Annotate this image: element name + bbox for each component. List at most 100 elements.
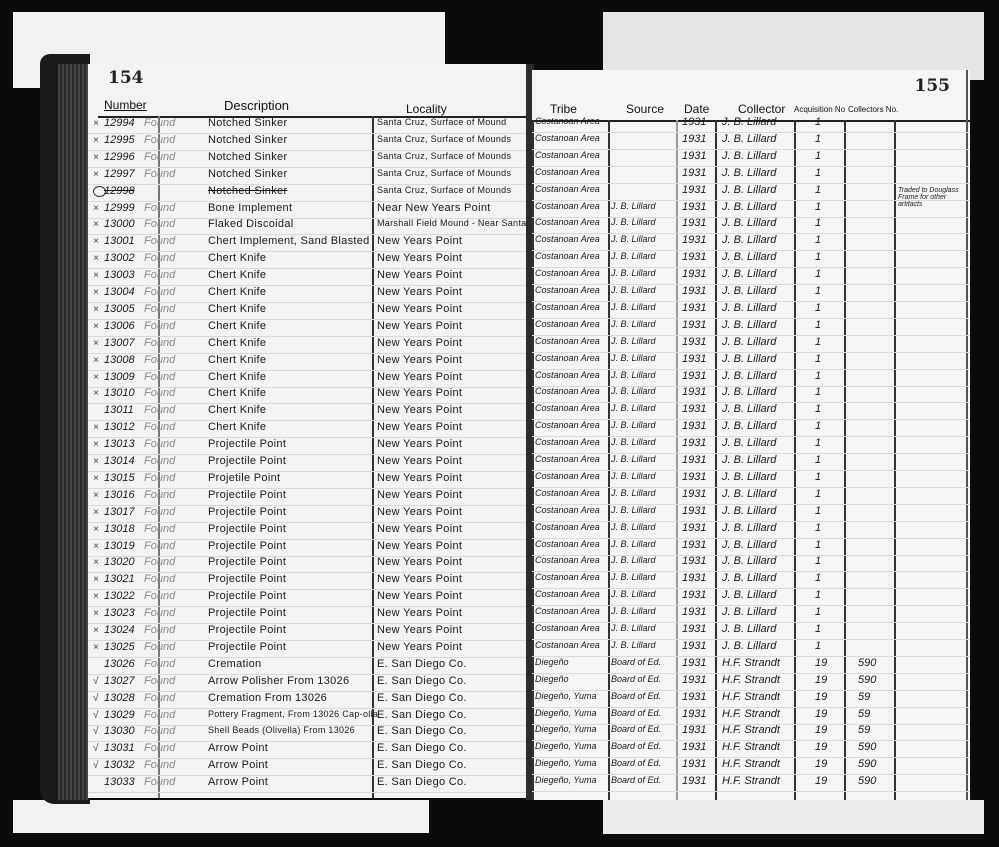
catalog-mark-icon: √ xyxy=(93,709,99,721)
item-collectors-no: 590 xyxy=(858,775,877,788)
item-locality: New Years Point xyxy=(377,471,463,484)
item-collector: J. B. Lillard xyxy=(722,589,777,602)
item-date: 1931 xyxy=(682,504,707,517)
item-acquisition-no: 1 xyxy=(815,487,822,500)
pencil-annotation: Found xyxy=(144,302,176,315)
item-description: Bone Implement xyxy=(208,201,293,214)
item-acquisition-no: 1 xyxy=(815,166,822,179)
pencil-annotation: Found xyxy=(144,319,176,332)
item-description: Arrow Point xyxy=(208,742,269,755)
item-locality: New Years Point xyxy=(377,624,463,636)
item-description: Chert Knife xyxy=(208,336,267,349)
table-row: × 13003 Found Chert Knife New Years Point xyxy=(88,269,528,287)
item-source: J. B. Lillard xyxy=(611,335,656,346)
table-row: × 13007 Found Chert Knife New Years Point xyxy=(88,337,528,354)
pencil-annotation: Found xyxy=(144,201,176,214)
item-tribe: Costanoan Area xyxy=(535,200,600,211)
ledger-page-right: 155 Tribe Source Date Collector Acquisit… xyxy=(532,70,970,800)
item-locality: New Years Point xyxy=(377,421,463,434)
item-acquisition-no: 1 xyxy=(815,268,822,281)
catalog-mark-icon: × xyxy=(93,489,99,501)
table-row: Costanoan Area J. B. Lillard 1931 J. B. Lil… xyxy=(532,606,970,624)
catalog-number: 13027 xyxy=(104,674,135,687)
item-acquisition-no: 1 xyxy=(815,149,822,162)
table-row: √ 13029 Found Pottery Fragment, From 13026 … xyxy=(88,709,528,726)
header-source: Source xyxy=(626,102,665,116)
item-collector: J. B. Lillard xyxy=(722,639,777,652)
item-collector: J. B. Lillard xyxy=(722,403,777,416)
pencil-annotation: Found xyxy=(144,573,176,586)
item-date: 1931 xyxy=(682,369,707,382)
pencil-annotation: Found xyxy=(144,455,176,467)
item-acquisition-no: 1 xyxy=(815,538,822,551)
catalog-number: 13008 xyxy=(104,353,135,366)
catalog-number: 12994 xyxy=(104,117,135,129)
table-row: × 13021 Found Projectile Point New Years Poi… xyxy=(88,573,528,591)
item-source: J. B. Lillard xyxy=(611,572,656,583)
item-acquisition-no: 1 xyxy=(815,234,822,247)
catalog-number: 13019 xyxy=(104,539,135,552)
item-date: 1931 xyxy=(682,116,707,128)
item-description: Notched Sinker xyxy=(208,184,288,197)
table-row: Costanoan Area J. B. Lillard 1931 J. B. Lil… xyxy=(532,353,970,370)
item-description: Projectile Point xyxy=(208,455,287,467)
table-row: Diegeño, Yuma Board of Ed. 1931 H.F. Strand… xyxy=(532,691,970,708)
table-row: Costanoan Area 1931 J. B. Lillard 1 xyxy=(532,133,970,150)
item-description: Projetile Point xyxy=(208,471,281,484)
item-tribe: Costanoan Area xyxy=(535,352,600,363)
table-row: √ 13028 Found Cremation From 13026 E. San Di… xyxy=(88,692,528,709)
item-description: Cremation xyxy=(208,657,262,670)
table-row: Costanoan Area J. B. Lillard 1931 J. B. Lil… xyxy=(532,454,970,471)
item-description: Projectile Point xyxy=(208,522,287,535)
table-row: × 12994 Found Notched Sinker Santa Cruz, Sur… xyxy=(88,117,528,134)
header-date: Date xyxy=(684,102,710,116)
item-acquisition-no: 19 xyxy=(815,707,828,720)
table-row: Diegeño, Yuma Board of Ed. 1931 H.F. Strand… xyxy=(532,708,970,725)
item-description: Projectile Point xyxy=(208,607,287,620)
item-description: Projectile Point xyxy=(208,556,287,569)
item-description: Notched Sinker xyxy=(208,167,288,180)
item-locality: Near New Years Point xyxy=(377,201,491,214)
table-row: Costanoan Area J. B. Lillard 1931 J. B. Lil… xyxy=(532,268,970,286)
item-acquisition-no: 1 xyxy=(815,403,822,416)
item-acquisition-no: 1 xyxy=(815,606,822,619)
catalog-mark-icon: √ xyxy=(93,760,99,772)
item-tribe: Costanoan Area xyxy=(535,335,600,346)
table-row: Costanoan Area J. B. Lillard 1931 J. B. Lil… xyxy=(532,640,970,657)
item-tribe: Costanoan Area xyxy=(535,403,600,414)
catalog-mark-icon: × xyxy=(93,287,99,298)
catalog-number: 13024 xyxy=(104,624,135,636)
table-row: × 13017 Found Projectile Point New Years Poi… xyxy=(88,506,528,523)
backing-sheet-left-bottom xyxy=(13,800,429,833)
catalog-number: 13032 xyxy=(104,759,135,772)
item-description: Chert Knife xyxy=(208,269,267,282)
item-acquisition-no: 1 xyxy=(815,132,822,145)
item-acquisition-no: 1 xyxy=(815,369,822,382)
catalog-number: 13007 xyxy=(104,336,135,349)
catalog-mark-icon: × xyxy=(93,168,99,180)
item-source: Board of Ed. xyxy=(611,673,662,684)
table-row: × 12995 Found Notched Sinker Santa Cruz, Sur… xyxy=(88,134,528,151)
table-row: × 13013 Found Projectile Point New Years Poi… xyxy=(88,438,528,456)
pencil-annotation: Found xyxy=(144,488,176,501)
pencil-annotation: Found xyxy=(144,657,176,670)
pencil-annotation: Found xyxy=(144,759,176,772)
header-acquisition-no: Acquisition No xyxy=(794,105,846,114)
item-date: 1931 xyxy=(682,555,707,568)
page-stack-edge xyxy=(58,64,88,800)
item-date: 1931 xyxy=(682,707,707,720)
item-acquisition-no: 1 xyxy=(815,116,822,128)
pencil-annotation: Found xyxy=(144,691,176,704)
item-date: 1931 xyxy=(682,251,707,264)
table-row: 12998 Notched Sinker Santa Cruz, Surface o… xyxy=(88,185,528,202)
item-date: 1931 xyxy=(682,538,707,551)
item-tribe: Costanoan Area xyxy=(535,454,600,464)
item-tribe: Diegeño, Yuma xyxy=(535,758,597,769)
backing-sheet-right-bottom xyxy=(603,800,984,834)
catalog-mark-icon: × xyxy=(93,236,99,248)
item-tribe: Diegeño xyxy=(535,656,569,667)
item-locality: New Years Point xyxy=(377,505,463,518)
item-date: 1931 xyxy=(682,656,707,669)
item-locality: New Years Point xyxy=(377,640,463,653)
table-row: 13011 Found Chert Knife New Years Point xyxy=(88,404,528,422)
